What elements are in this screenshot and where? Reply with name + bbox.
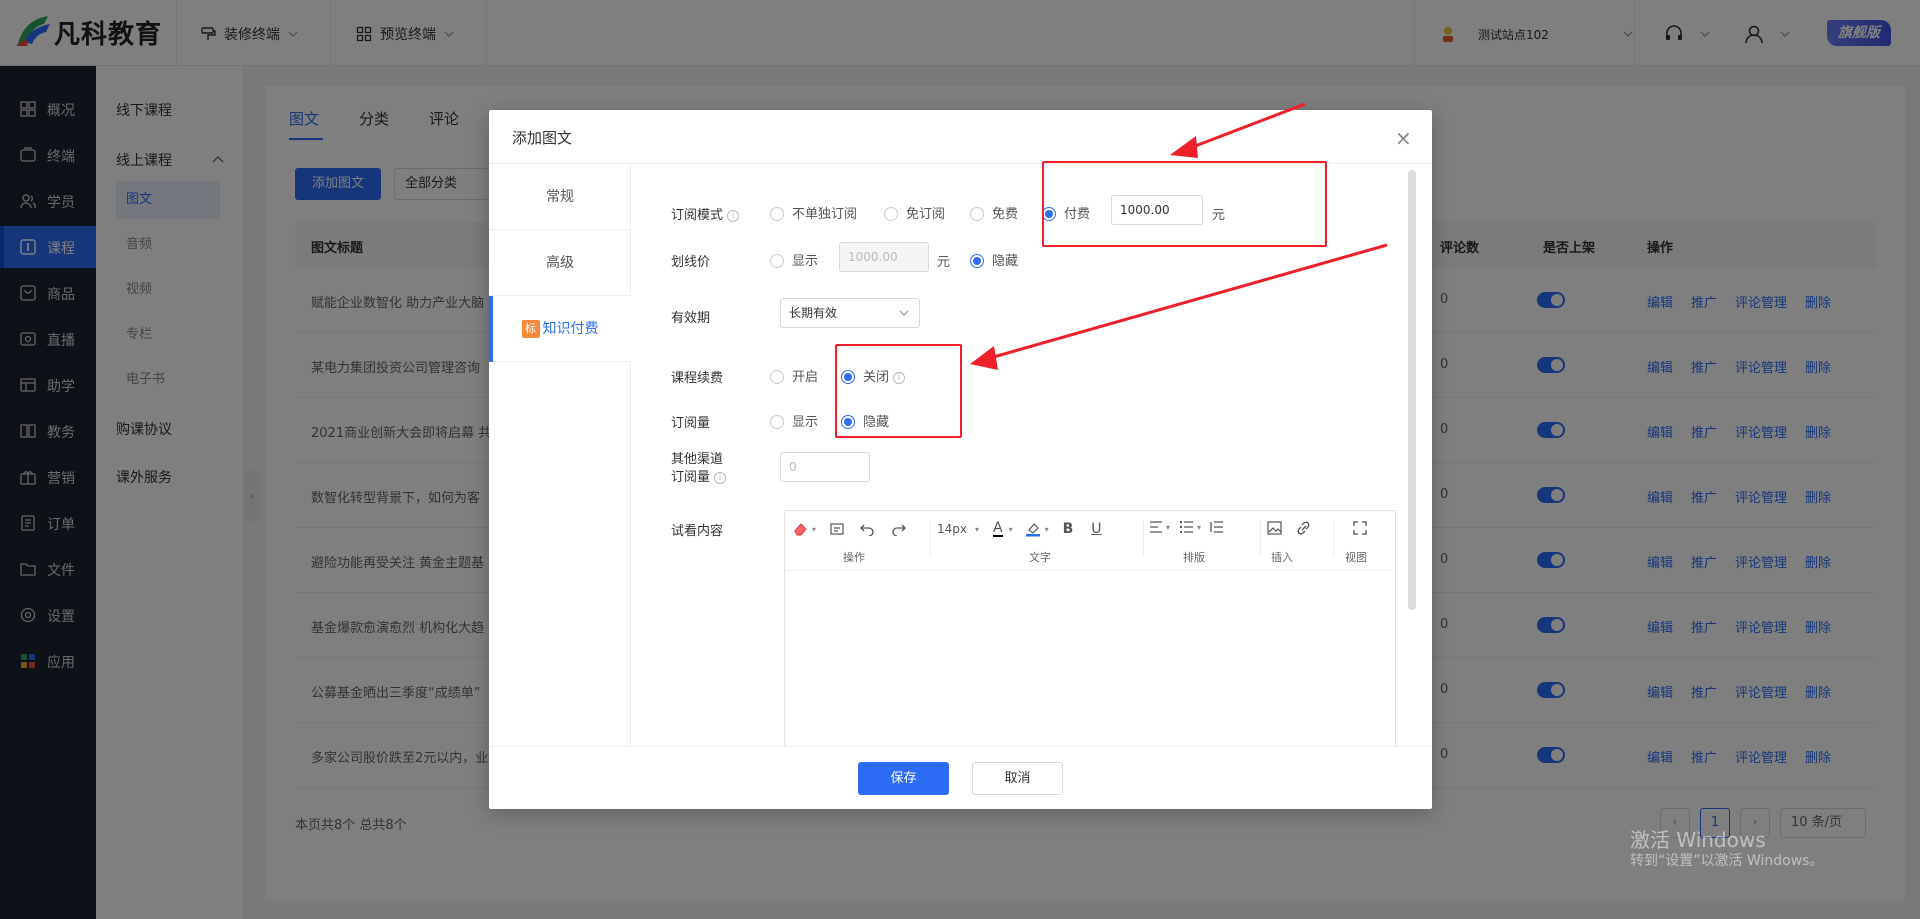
annotation-arrow-paid — [1170, 102, 1306, 158]
annotation-arrows — [970, 102, 1388, 370]
annotation-arrow-renewal — [970, 243, 1388, 370]
